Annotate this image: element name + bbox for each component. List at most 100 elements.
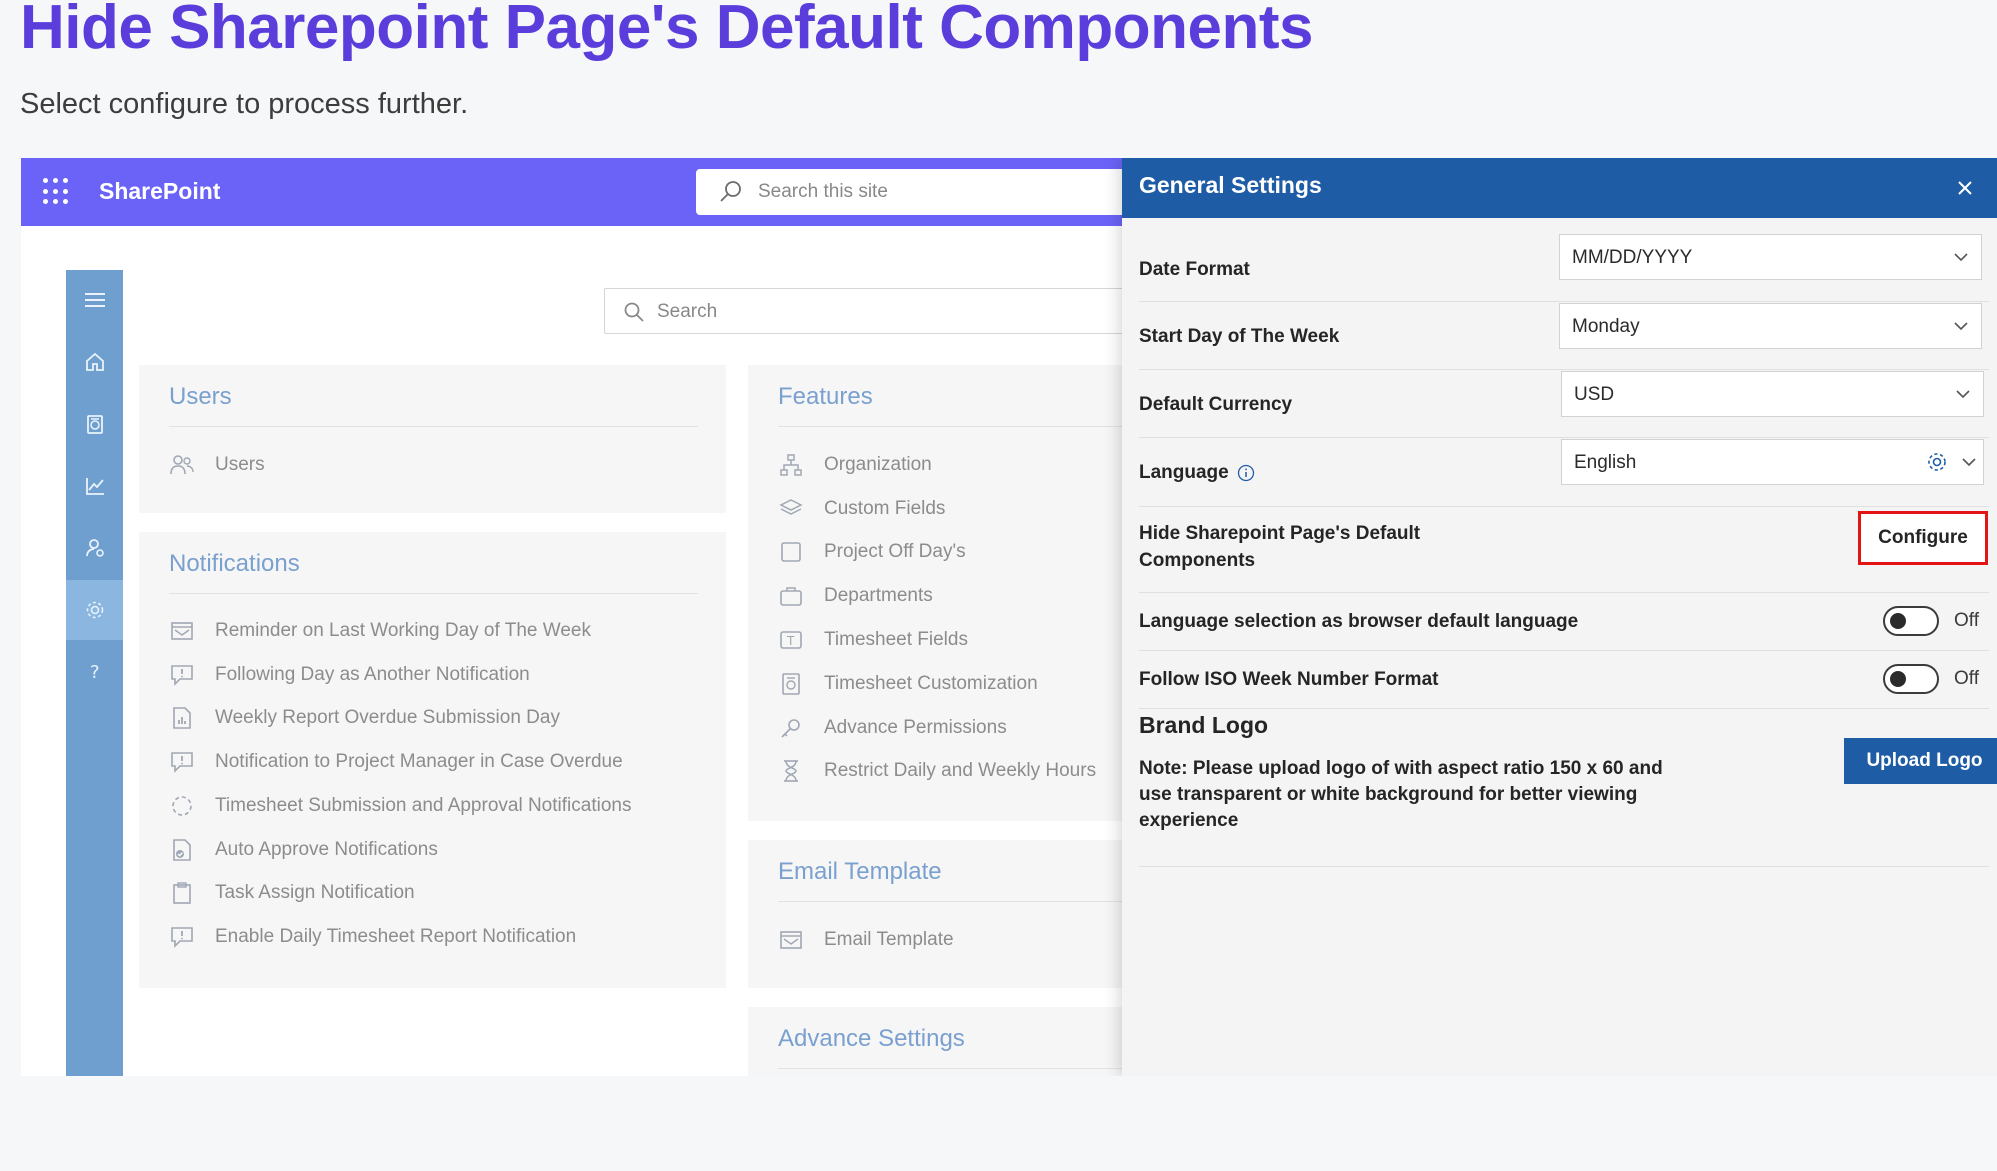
start-day-row: Start Day of The Week Monday — [1139, 303, 1989, 370]
list-item[interactable]: Following Day as Another Notification — [169, 662, 530, 688]
gear-icon[interactable] — [66, 580, 123, 640]
site-search-placeholder: Search this site — [758, 181, 888, 202]
notifications-card-title: Notifications — [169, 550, 300, 577]
users-card-title: Users — [169, 383, 232, 410]
start-day-dropdown[interactable]: Monday — [1559, 303, 1982, 349]
list-item[interactable]: Reminder on Last Working Day of The Week — [169, 618, 591, 644]
document-check-icon — [169, 837, 195, 863]
mail-calendar-icon — [169, 618, 195, 644]
content-search-placeholder: Search — [657, 301, 718, 322]
language-label: Language — [1139, 462, 1229, 483]
search-icon — [623, 301, 645, 328]
chart-icon[interactable] — [66, 456, 123, 516]
upload-logo-button[interactable]: Upload Logo — [1844, 738, 1997, 784]
list-item[interactable]: Custom Fields — [778, 496, 945, 522]
language-label-group: Language — [1139, 459, 1255, 486]
configure-button[interactable]: Configure — [1858, 511, 1988, 565]
app-launcher-icon[interactable] — [43, 178, 71, 206]
browser-language-toggle[interactable] — [1883, 606, 1939, 636]
panel-header: General Settings — [1122, 158, 1997, 218]
key-icon — [778, 715, 804, 741]
iso-week-toggle[interactable] — [1883, 664, 1939, 694]
hourglass-icon — [778, 758, 804, 784]
email-template-card-title: Email Template — [778, 858, 942, 885]
search-icon — [718, 179, 744, 210]
advance-settings-card-title: Advance Settings — [778, 1025, 965, 1052]
browser-language-state: Off — [1954, 610, 1979, 631]
start-day-label: Start Day of The Week — [1139, 326, 1340, 347]
progress-ring-icon — [169, 793, 195, 819]
list-item[interactable]: Timesheet Submission and Approval Notifi… — [169, 793, 631, 819]
currency-dropdown[interactable]: USD — [1561, 371, 1984, 417]
svg-text:T: T — [786, 634, 795, 648]
page-heading: Hide Sharepoint Page's Default Component… — [20, 0, 1313, 62]
gear-icon[interactable] — [1925, 450, 1949, 479]
hide-components-label: Hide Sharepoint Page's Default Component… — [1139, 523, 1421, 571]
sharepoint-screenshot: SharePoint Search this site ? Search Use… — [21, 158, 1997, 1076]
chevron-down-icon — [1961, 454, 1977, 475]
list-item[interactable]: Task Assign Notification — [169, 880, 415, 906]
comment-alert-icon — [169, 749, 195, 775]
list-item[interactable]: Auto Approve Notifications — [169, 837, 438, 863]
left-nav-rail: ? — [66, 270, 123, 1076]
site-search-box[interactable]: Search this site — [696, 169, 1156, 215]
chevron-down-icon — [1955, 386, 1971, 407]
divider — [1139, 866, 1989, 867]
browser-language-row: Language selection as browser default la… — [1139, 594, 1989, 651]
close-icon[interactable] — [1953, 176, 1977, 200]
list-item[interactable]: Organization — [778, 452, 932, 478]
timesheet-icon[interactable] — [66, 394, 123, 454]
language-row: Language English — [1139, 439, 1989, 507]
chevron-down-icon — [1953, 249, 1969, 270]
home-icon[interactable] — [66, 332, 123, 392]
list-item[interactable]: Restrict Daily and Weekly Hours — [778, 758, 1096, 784]
info-icon[interactable] — [1237, 464, 1255, 482]
list-item[interactable]: Project Off Day's — [778, 539, 966, 565]
date-format-dropdown[interactable]: MM/DD/YYYY — [1559, 234, 1982, 280]
org-chart-icon — [778, 452, 804, 478]
currency-label: Default Currency — [1139, 394, 1293, 415]
list-item[interactable]: Email Template — [778, 927, 954, 953]
brand-logo-note: Note: Please upload logo of with aspect … — [1139, 758, 1663, 831]
iso-week-state: Off — [1954, 668, 1979, 689]
date-format-label: Date Format — [1139, 259, 1250, 280]
language-dropdown[interactable]: English — [1561, 439, 1984, 485]
content-search-box[interactable]: Search — [604, 288, 1164, 334]
iso-week-label: Follow ISO Week Number Format — [1139, 669, 1439, 690]
app-name[interactable]: SharePoint — [99, 178, 220, 205]
mail-calendar-icon — [778, 927, 804, 953]
iso-week-row: Follow ISO Week Number Format Off — [1139, 652, 1989, 709]
list-item[interactable]: Weekly Report Overdue Submission Day — [169, 705, 560, 731]
list-item[interactable]: Timesheet Customization — [778, 671, 1038, 697]
list-item[interactable]: Users — [169, 452, 265, 478]
user-settings-icon[interactable] — [66, 518, 123, 578]
panel-title: General Settings — [1139, 172, 1322, 198]
page-subheading: Select configure to process further. — [20, 88, 469, 120]
timesheet-icon — [778, 671, 804, 697]
chevron-down-icon — [1953, 318, 1969, 339]
list-item[interactable]: Advance Permissions — [778, 715, 1007, 741]
menu-icon[interactable] — [66, 270, 123, 330]
list-item[interactable]: T Timesheet Fields — [778, 627, 968, 653]
checkbox-icon — [778, 539, 804, 565]
list-item[interactable]: Enable Daily Timesheet Report Notificati… — [169, 924, 576, 950]
users-icon — [169, 452, 195, 478]
clipboard-icon — [169, 880, 195, 906]
report-icon — [169, 705, 195, 731]
text-field-icon: T — [778, 627, 804, 653]
comment-alert-icon — [169, 662, 195, 688]
help-icon[interactable]: ? — [66, 642, 123, 702]
list-item[interactable]: Notification to Project Manager in Case … — [169, 749, 623, 775]
notifications-card: Notifications Reminder on Last Working D… — [139, 532, 726, 988]
brand-logo-title: Brand Logo — [1139, 712, 1269, 738]
list-item[interactable]: Departments — [778, 583, 933, 609]
svg-text:?: ? — [90, 662, 100, 683]
date-format-row: Date Format MM/DD/YYYY — [1139, 234, 1989, 302]
briefcase-icon — [778, 583, 804, 609]
users-card: Users Users — [139, 365, 726, 513]
browser-language-label: Language selection as browser default la… — [1139, 611, 1579, 632]
general-settings-panel: General Settings Date Format MM/DD/YYYY … — [1122, 158, 1997, 1076]
comment-alert-icon — [169, 924, 195, 950]
layers-icon — [778, 496, 804, 522]
features-card-title: Features — [778, 383, 873, 410]
